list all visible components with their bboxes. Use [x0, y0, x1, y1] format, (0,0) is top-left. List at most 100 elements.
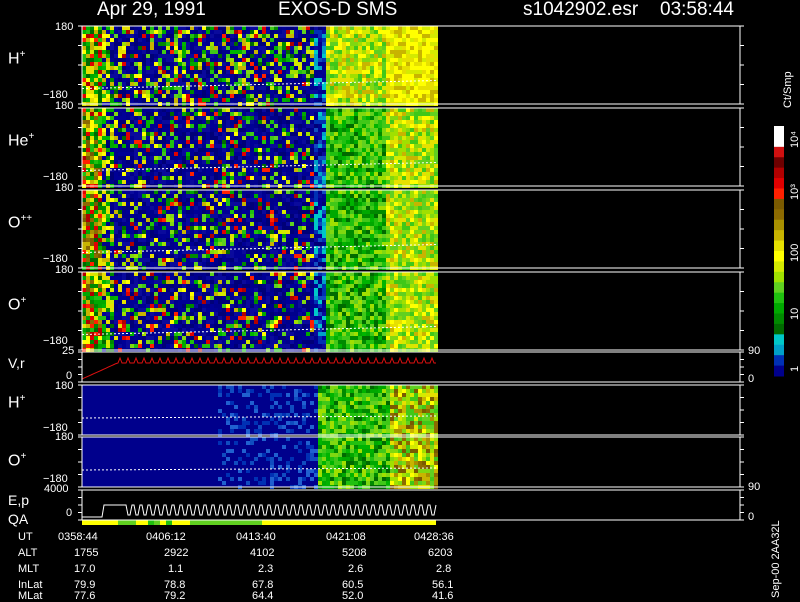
qa-segment	[232, 520, 238, 525]
alt-value: 1755	[74, 548, 98, 559]
colorbar-swatch	[774, 282, 784, 293]
colorbar-swatch	[774, 314, 784, 325]
ut-value: 0413:40	[236, 532, 276, 543]
qa-segment	[166, 520, 172, 525]
vr-ytop: 25	[62, 346, 74, 357]
qa-segment	[154, 520, 160, 525]
ytick-top: 180	[55, 381, 73, 392]
ytick-top: 180	[55, 183, 73, 194]
qa-segment	[190, 520, 196, 525]
qa-segment	[148, 520, 154, 525]
qa-segment	[82, 520, 88, 525]
qa-segment	[262, 520, 268, 525]
qa-segment	[268, 520, 274, 525]
alt-value: 2922	[164, 548, 188, 559]
qa-segment	[106, 520, 112, 525]
qa-segment	[220, 520, 226, 525]
qa-segment	[250, 520, 256, 525]
row-label: ALT	[18, 548, 37, 559]
panel-label-he: He+	[8, 132, 34, 149]
alt-value: 6203	[428, 548, 452, 559]
spectrogram-plot	[0, 0, 800, 600]
colorbar-tick: 10⁴	[789, 131, 800, 148]
colorbar-swatch	[774, 220, 784, 231]
qa-segment	[142, 520, 148, 525]
mlat-value: 77.6	[74, 591, 95, 602]
ep-right-bot: 0	[748, 512, 754, 523]
mlat-value: 52.0	[342, 591, 363, 602]
colorbar-swatch	[774, 241, 784, 252]
ep-ybot: 0	[66, 508, 72, 519]
qa-label: QA	[8, 512, 28, 526]
date-title: Apr 29, 1991	[97, 0, 206, 19]
qa-segment	[88, 520, 94, 525]
qa-segment	[406, 520, 412, 525]
ytick-top: 180	[55, 265, 73, 276]
qa-segment	[310, 520, 316, 525]
qa-segment	[352, 520, 358, 525]
colorbar-swatch	[774, 366, 784, 377]
colorbar-swatch	[774, 251, 784, 262]
colorbar-swatch	[774, 261, 784, 272]
colorbar-swatch	[774, 157, 784, 168]
qa-segment	[172, 520, 178, 525]
colorbar-tick: 10	[789, 308, 800, 320]
colorbar-swatch	[774, 303, 784, 314]
panel-label-h: H+	[8, 50, 25, 67]
colorbar-swatch	[774, 324, 784, 335]
colorbar-swatch	[774, 293, 784, 304]
qa-segment	[124, 520, 130, 525]
qa-segment	[130, 520, 136, 525]
qa-segment	[208, 520, 214, 525]
colorbar-tick: 1	[789, 366, 800, 372]
colorbar-swatch	[774, 355, 784, 366]
ut-value: 0358:44	[58, 532, 98, 543]
qa-segment	[370, 520, 376, 525]
qa-segment	[292, 520, 298, 525]
qa-segment	[358, 520, 364, 525]
colorbar-swatch	[774, 178, 784, 189]
ut-value: 0428:36	[414, 532, 454, 543]
colorbar-swatch	[774, 345, 784, 356]
qa-segment	[364, 520, 370, 525]
time-title: 03:58:44	[660, 0, 734, 19]
mlt-value: 2.8	[436, 564, 451, 575]
mlt-value: 2.6	[348, 564, 363, 575]
qa-segment	[346, 520, 352, 525]
colorbar-tick: 10³	[789, 184, 800, 200]
panel-label-o-lower: O+	[8, 452, 26, 469]
qa-segment	[322, 520, 328, 525]
qa-segment	[424, 520, 430, 525]
qa-segment	[328, 520, 334, 525]
qa-segment	[184, 520, 190, 525]
mlat-value: 79.2	[164, 591, 185, 602]
qa-segment	[376, 520, 382, 525]
mlat-value: 41.6	[432, 591, 453, 602]
qa-segment	[382, 520, 388, 525]
alt-value: 5208	[342, 548, 366, 559]
qa-segment	[178, 520, 184, 525]
qa-segment	[118, 520, 124, 525]
qa-segment	[94, 520, 100, 525]
qa-segment	[226, 520, 232, 525]
colorbar	[774, 126, 784, 377]
ytick-top: 180	[55, 432, 73, 443]
qa-segment	[316, 520, 322, 525]
qa-segment	[388, 520, 394, 525]
colorbar-tick: 100	[789, 244, 800, 262]
ut-value: 0406:12	[146, 532, 186, 543]
qa-segment	[418, 520, 424, 525]
qa-segment	[244, 520, 250, 525]
ut-value: 0421:08	[326, 532, 366, 543]
ep-label: E,p	[8, 493, 29, 507]
qa-segment	[160, 520, 166, 525]
colorbar-swatch	[774, 136, 784, 147]
qa-segment	[214, 520, 220, 525]
row-label: UT	[18, 532, 33, 543]
colorbar-swatch	[774, 272, 784, 283]
qa-segment	[304, 520, 310, 525]
qa-segment	[274, 520, 280, 525]
mlt-value: 2.3	[258, 564, 273, 575]
qa-segment	[340, 520, 346, 525]
colorbar-swatch	[774, 168, 784, 179]
